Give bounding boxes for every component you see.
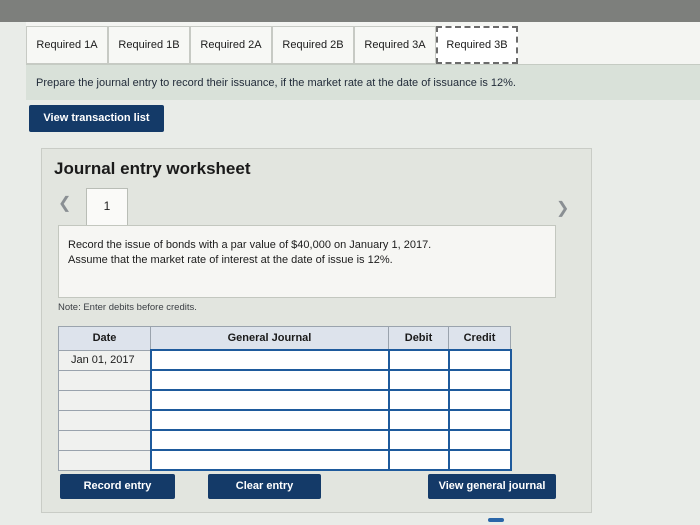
general-journal-header: General Journal	[150, 326, 389, 351]
tab-required-1a[interactable]: Required 1A	[26, 26, 108, 64]
debit-input[interactable]	[387, 449, 450, 471]
credit-input[interactable]	[447, 389, 512, 411]
table-row	[58, 449, 512, 471]
instruction-bar: Prepare the journal entry to record thei…	[26, 64, 700, 100]
date-cell	[58, 429, 151, 451]
table-row	[58, 389, 512, 411]
account-select[interactable]	[149, 449, 390, 471]
credit-input[interactable]	[447, 409, 512, 431]
view-general-journal-button[interactable]: View general journal	[428, 474, 556, 499]
worksheet-title: Journal entry worksheet	[54, 159, 251, 178]
tab-required-1b[interactable]: Required 1B	[108, 26, 190, 64]
transaction-description: Record the issue of bonds with a par val…	[58, 225, 556, 298]
debit-input[interactable]	[387, 409, 450, 431]
instruction-text: Prepare the journal entry to record thei…	[36, 77, 516, 89]
account-select[interactable]	[149, 349, 390, 371]
tab-required-3b[interactable]: Required 3B	[436, 26, 518, 64]
date-cell	[58, 389, 151, 411]
date-cell	[58, 409, 151, 431]
chevron-right-icon[interactable]: ❯	[556, 198, 569, 218]
table-row	[58, 429, 512, 451]
tab-required-3a[interactable]: Required 3A	[354, 26, 436, 64]
table-row: Jan 01, 2017	[58, 349, 512, 371]
debit-input[interactable]	[387, 349, 450, 371]
description-line-2: Assume that the market rate of interest …	[68, 254, 393, 266]
clear-entry-button[interactable]: Clear entry	[208, 474, 321, 499]
date-cell	[58, 369, 151, 391]
date-cell	[58, 449, 151, 471]
journal-header-row: Date General Journal Debit Credit	[58, 326, 511, 351]
date-cell: Jan 01, 2017	[58, 349, 151, 371]
credit-header: Credit	[448, 326, 511, 351]
account-select[interactable]	[149, 429, 390, 451]
view-transaction-list-button[interactable]: View transaction list	[29, 105, 164, 132]
credit-input[interactable]	[447, 349, 512, 371]
account-select[interactable]	[149, 409, 390, 431]
debits-credits-note: Note: Enter debits before credits.	[58, 302, 197, 313]
account-select[interactable]	[149, 369, 390, 391]
credit-input[interactable]	[447, 429, 512, 451]
more-indicator	[488, 518, 504, 522]
table-row	[58, 409, 512, 431]
tab-required-2b[interactable]: Required 2B	[272, 26, 354, 64]
page-tab-1[interactable]: 1	[86, 188, 128, 226]
journal-table: Date General Journal Debit Credit Jan 01…	[58, 326, 512, 471]
account-select[interactable]	[149, 389, 390, 411]
top-bar	[0, 0, 700, 22]
debit-input[interactable]	[387, 429, 450, 451]
description-line-1: Record the issue of bonds with a par val…	[68, 239, 432, 251]
chevron-left-icon[interactable]: ❮	[58, 193, 71, 213]
debit-input[interactable]	[387, 369, 450, 391]
credit-input[interactable]	[447, 449, 512, 471]
date-header: Date	[58, 326, 151, 351]
credit-input[interactable]	[447, 369, 512, 391]
table-row	[58, 369, 512, 391]
record-entry-button[interactable]: Record entry	[60, 474, 175, 499]
debit-input[interactable]	[387, 389, 450, 411]
tab-required-2a[interactable]: Required 2A	[190, 26, 272, 64]
debit-header: Debit	[388, 326, 449, 351]
